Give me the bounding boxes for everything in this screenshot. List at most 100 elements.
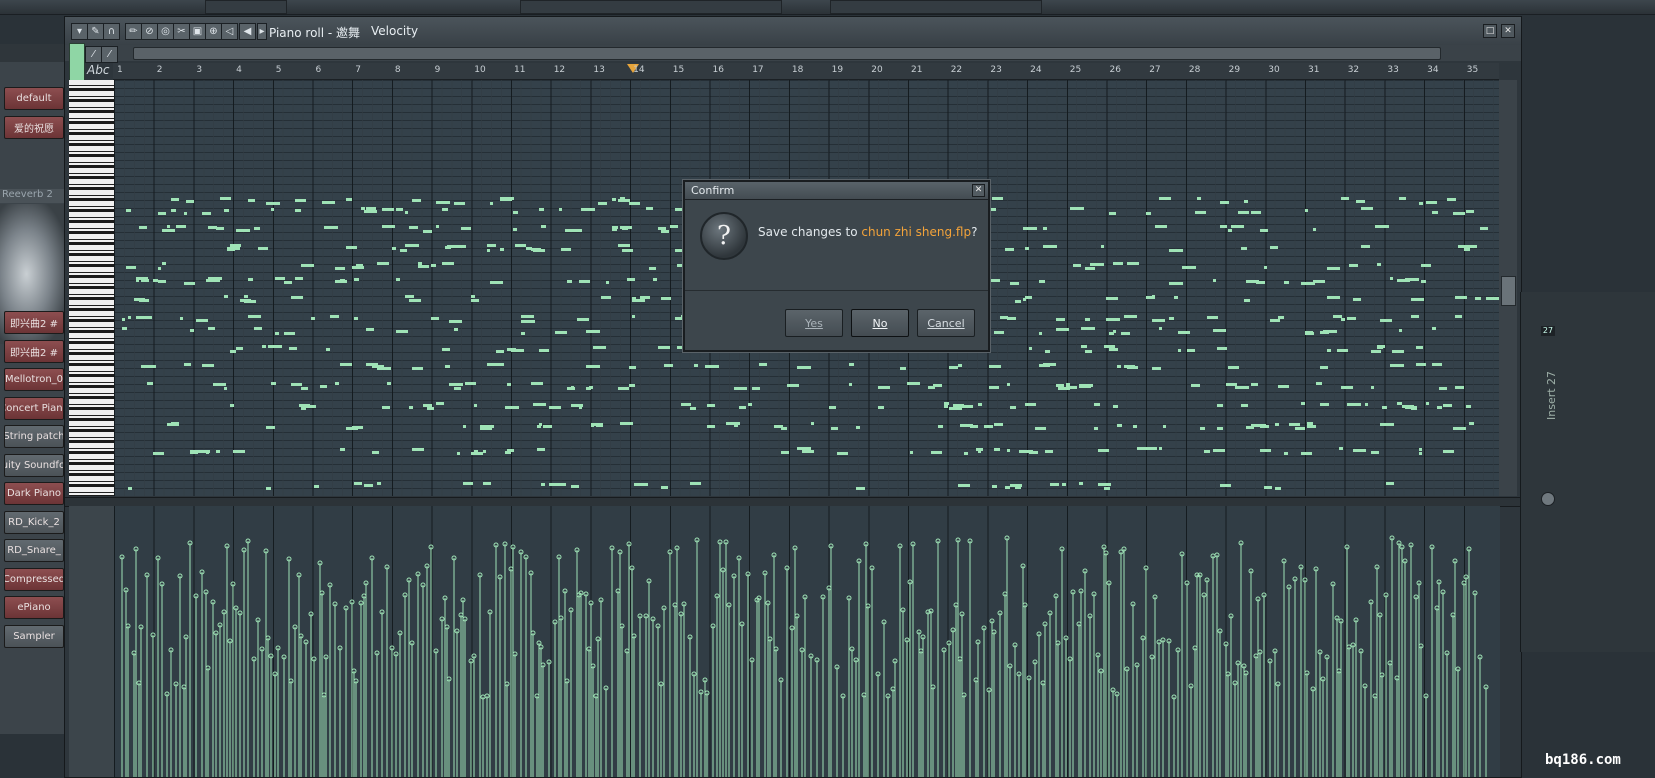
note — [589, 386, 593, 389]
note — [167, 225, 170, 228]
snap-indicator[interactable] — [69, 43, 85, 81]
channel-button[interactable]: Concert Piano — [4, 396, 64, 420]
horizontal-scrollbar[interactable]: ⁄ ⁄ — [65, 45, 1521, 63]
draw-mode-icon[interactable]: ⁄ — [85, 46, 102, 63]
note — [423, 404, 432, 407]
speaker-icon[interactable]: ◀ — [239, 23, 256, 40]
note — [984, 425, 993, 428]
channel-button[interactable]: RD_Snare_ — [4, 539, 64, 562]
close-icon[interactable]: ✕ — [1501, 24, 1515, 38]
note — [1081, 345, 1087, 348]
fader-knob[interactable] — [1541, 492, 1555, 506]
note — [442, 262, 454, 265]
note — [128, 316, 131, 319]
note — [1353, 449, 1366, 452]
note — [1278, 385, 1289, 388]
app-top-toolbar — [0, 0, 1655, 15]
note — [1217, 404, 1223, 407]
magnet-icon[interactable]: ∩ — [103, 23, 120, 40]
note — [661, 297, 671, 300]
channel-button[interactable]: 即兴曲2 # — [4, 311, 64, 334]
toolbar-block[interactable] — [830, 0, 1042, 14]
note — [970, 425, 978, 428]
note — [944, 405, 948, 408]
note — [1101, 245, 1104, 248]
bar-number: 28 — [1188, 65, 1201, 75]
note — [1143, 447, 1157, 450]
dialog-titlebar[interactable]: Confirm ✕ — [685, 182, 988, 200]
note — [949, 366, 958, 369]
note — [958, 484, 970, 487]
no-button[interactable]: No — [851, 309, 909, 337]
note — [944, 402, 949, 405]
note — [1295, 427, 1305, 430]
chevron-right-icon[interactable]: ▸ — [257, 23, 267, 40]
note — [335, 267, 345, 270]
level-readout: 27 — [1541, 326, 1555, 336]
channel-button[interactable]: RD_Kick_2 — [4, 510, 64, 534]
toolbar-block[interactable] — [205, 0, 287, 14]
note — [171, 198, 179, 201]
paint-tool-icon[interactable]: ⊘ — [141, 23, 158, 40]
target-selector[interactable]: Velocity — [371, 24, 418, 38]
note — [856, 487, 865, 490]
note — [670, 225, 678, 228]
preset-button[interactable]: default — [4, 87, 64, 110]
note — [1466, 245, 1477, 248]
note — [176, 225, 186, 228]
maximize-icon[interactable]: □ — [1483, 24, 1497, 38]
channel-button[interactable]: Mellotron_0 — [4, 368, 64, 391]
pencil-tool-icon[interactable]: ✏ — [125, 23, 142, 40]
bar-number: 29 — [1228, 65, 1241, 75]
channel-button[interactable]: Sampler — [4, 624, 64, 648]
pattern-button[interactable]: 爱的祝愿 — [4, 116, 64, 139]
yes-button[interactable]: Yes — [785, 309, 843, 337]
note-names-toggle[interactable]: Abc — [87, 63, 109, 77]
note — [515, 244, 526, 247]
note — [230, 404, 234, 407]
wrench-icon[interactable]: ✎ — [87, 23, 104, 40]
channel-button[interactable]: Dark Piano — [4, 482, 64, 505]
vertical-scrollbar[interactable] — [1499, 80, 1517, 496]
vertical-scroll-thumb[interactable] — [1501, 276, 1516, 306]
toolbar-block[interactable] — [520, 0, 782, 14]
close-icon[interactable]: ✕ — [972, 184, 985, 197]
note — [1025, 403, 1036, 406]
channel-button[interactable]: Compressed — [4, 567, 64, 591]
note — [184, 212, 187, 215]
horizontal-scroll-thumb[interactable] — [133, 47, 1441, 60]
note — [1081, 327, 1095, 330]
note — [442, 208, 448, 211]
piano-roll-title[interactable]: Piano roll - 邀舞 — [269, 24, 360, 41]
zoom-tool-icon[interactable]: ⊕ — [205, 23, 222, 40]
note — [734, 387, 747, 390]
playback-tool-icon[interactable]: ◁ — [221, 23, 238, 40]
note — [1270, 319, 1280, 322]
piano-roll-titlebar[interactable]: ▾ ✎ ∩ ✏ ⊘ ◎ ✂ ▣ ⊕ ◁ ◀ ▸ Piano roll - 邀舞 … — [65, 17, 1521, 46]
mixer-insert-strip: 27 — [1520, 292, 1655, 652]
channel-button[interactable]: ePiano — [4, 596, 64, 619]
channel-button[interactable]: Fruity Soundfont — [4, 453, 64, 477]
message-filename: chun zhi sheng.flp — [861, 225, 972, 239]
note — [431, 264, 436, 267]
channel-button[interactable]: 即兴曲2 # — [4, 339, 64, 363]
note — [1085, 318, 1090, 321]
select-tool-icon[interactable]: ▣ — [189, 23, 206, 40]
timeline-ruler[interactable]: 1 2 3 4 5 6 7 8 9 10 11 12 13 14 15 16 17 18 19 20 21 22 23 24 2… — [113, 63, 1499, 80]
note — [320, 385, 327, 388]
note — [1289, 423, 1300, 426]
note — [539, 208, 544, 211]
velocity-lane[interactable] — [114, 506, 1500, 777]
channel-button[interactable]: String patch — [4, 425, 64, 448]
slice-mode-icon[interactable]: ⁄ — [101, 46, 118, 63]
note — [190, 329, 194, 332]
note — [1361, 245, 1370, 248]
delete-tool-icon[interactable]: ◎ — [157, 23, 174, 40]
note — [262, 345, 266, 348]
note — [1455, 315, 1462, 318]
piano-keyboard[interactable] — [69, 80, 114, 496]
mute-tool-icon[interactable]: ✂ — [173, 23, 190, 40]
note — [147, 316, 152, 319]
menu-arrow-icon[interactable]: ▾ — [71, 23, 88, 40]
cancel-button[interactable]: Cancel — [917, 309, 975, 337]
